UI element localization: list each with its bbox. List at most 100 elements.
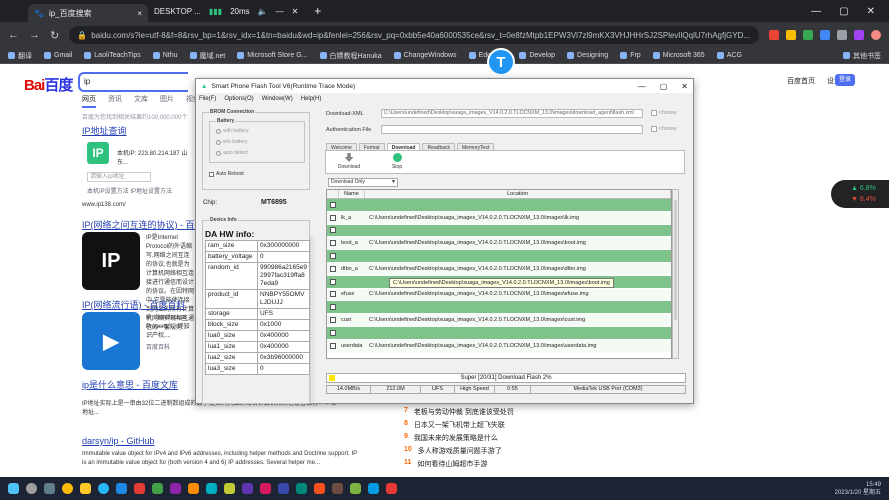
- partition-checkbox[interactable]: [327, 342, 339, 349]
- app-icon[interactable]: [206, 483, 217, 494]
- hot-list-item[interactable]: 8 日本又一架飞机带上超飞失联: [404, 420, 604, 430]
- header-name[interactable]: Name: [339, 190, 365, 198]
- maximize-icon[interactable]: ▢: [660, 82, 668, 91]
- tab-close-icon[interactable]: ×: [137, 9, 142, 18]
- partition-row[interactable]: dtbo_a C:\Users\undefined\Desktop\xuaga_i…: [327, 262, 671, 276]
- partition-location[interactable]: C:\Users\undefined\Desktop\xuaga_images_…: [365, 291, 671, 297]
- extension-icon[interactable]: [769, 30, 779, 40]
- tab-wenku[interactable]: 文库: [134, 94, 148, 108]
- app-icon[interactable]: [170, 483, 181, 494]
- header-check[interactable]: [327, 190, 339, 198]
- partition-row[interactable]: [327, 301, 671, 315]
- app-icon[interactable]: [260, 483, 271, 494]
- radio-without-battery[interactable]: w/o battery: [216, 139, 247, 145]
- partition-location[interactable]: C:\Users\undefined\Desktop\xuaga_images_…: [365, 317, 671, 323]
- url-input[interactable]: 🔒 baidu.com/s?ie=utf-8&f=8&rsv_bp=1&rsv_…: [69, 26, 759, 44]
- partition-row[interactable]: lk_a C:\Users\undefined\Desktop\xuaga_ima…: [327, 211, 671, 225]
- partition-checkbox[interactable]: [327, 278, 339, 285]
- baike-source[interactable]: 百度百科: [146, 342, 170, 351]
- partition-checkbox[interactable]: [327, 265, 339, 272]
- ip-video-thumbnail[interactable]: ▶: [82, 312, 140, 370]
- bookmark-item[interactable]: 魔域.net: [189, 51, 225, 61]
- partition-row[interactable]: userdata C:\Users\undefined\Desktop\xuaga…: [327, 339, 671, 353]
- partition-row[interactable]: [327, 199, 671, 212]
- app-icon[interactable]: [314, 483, 325, 494]
- partition-row[interactable]: [327, 250, 671, 263]
- ip-help-links[interactable]: 本机IP设置方法 IP地址设置方法: [87, 186, 172, 195]
- ip-thumbnail[interactable]: IP: [82, 232, 140, 290]
- header-location[interactable]: Location: [365, 190, 671, 198]
- partition-row[interactable]: cust C:\Users\undefined\Desktop\xuaga_ima…: [327, 314, 671, 327]
- partition-checkbox[interactable]: [327, 304, 339, 311]
- result-title[interactable]: IP(网络流行语) - 百度百科: [82, 298, 186, 311]
- download-xml-input[interactable]: C:\Users\undefined\Desktop\xuaga_images_…: [381, 109, 643, 118]
- login-button[interactable]: 登录: [835, 74, 855, 86]
- menu-options[interactable]: Options(O): [224, 96, 253, 102]
- bookmark-item[interactable]: Frp: [620, 52, 641, 59]
- partition-checkbox[interactable]: [327, 317, 339, 324]
- speaker-icon[interactable]: 🔈: [258, 7, 268, 16]
- partition-checkbox[interactable]: [327, 253, 339, 260]
- bookmark-item[interactable]: Microsoft 365: [652, 52, 705, 59]
- radio-with-battery[interactable]: with battery: [216, 128, 249, 134]
- hot-list-item[interactable]: 9 我国未来的发展策略是什么: [404, 433, 604, 443]
- tab-web[interactable]: 网页: [82, 94, 96, 108]
- partition-location[interactable]: C:\Users\undefined\Desktop\xuaga_images_…: [365, 240, 671, 246]
- tab-images[interactable]: 图片: [160, 94, 174, 108]
- app-icon[interactable]: [278, 483, 289, 494]
- extension-icon[interactable]: [803, 30, 813, 40]
- auth-file-input[interactable]: [381, 125, 643, 134]
- explorer-icon[interactable]: [80, 483, 91, 494]
- partition-checkbox[interactable]: [327, 240, 339, 247]
- close-remote-icon[interactable]: ✕: [292, 7, 299, 16]
- app-icon[interactable]: [188, 483, 199, 494]
- bookmark-item[interactable]: Gmail: [44, 52, 72, 59]
- app-icon[interactable]: [242, 483, 253, 494]
- partition-scrollbar[interactable]: [672, 189, 679, 359]
- choose-auth-button[interactable]: choose: [651, 126, 677, 132]
- extension-icon[interactable]: [837, 30, 847, 40]
- bookmark-item[interactable]: LaoliTeachTips: [84, 52, 141, 59]
- bookmark-item[interactable]: ChangeWindows: [393, 52, 457, 59]
- bookmark-item[interactable]: Microsoft Store G...: [237, 52, 308, 59]
- extension-icon[interactable]: [820, 30, 830, 40]
- menu-window[interactable]: Window(W): [262, 96, 293, 102]
- partition-location[interactable]: C:\Users\undefined\Desktop\xuaga_images_…: [365, 343, 671, 349]
- browser-tab[interactable]: 🐾 ip_百度搜索 ×: [28, 4, 148, 22]
- app-icon[interactable]: [368, 483, 379, 494]
- menu-file[interactable]: File(F): [199, 96, 216, 102]
- app-icon[interactable]: [134, 483, 145, 494]
- result-title[interactable]: ip是什么意思 - 百度文库: [82, 378, 178, 391]
- hot-list-item[interactable]: 11 如何看待山姆超市手游: [404, 459, 604, 469]
- partition-checkbox[interactable]: [327, 227, 339, 234]
- result-title[interactable]: IP地址查询: [82, 124, 127, 137]
- baidu-logo[interactable]: Bai百度: [24, 74, 73, 95]
- extension-icon[interactable]: [854, 30, 864, 40]
- app-icon[interactable]: [332, 483, 343, 494]
- system-tray[interactable]: 15:49 2023/1/20 星期五: [835, 481, 881, 497]
- window-minimize-icon[interactable]: —: [811, 6, 821, 17]
- stop-button[interactable]: Stop: [384, 153, 410, 170]
- minimize-icon[interactable]: —: [638, 82, 646, 91]
- auto-reboot-checkbox[interactable]: Auto Reboot: [209, 171, 244, 177]
- app-icon[interactable]: [350, 483, 361, 494]
- minimize-remote-icon[interactable]: —: [276, 7, 284, 16]
- bookmark-item[interactable]: 白嫖教程Hanuka: [319, 51, 382, 61]
- close-icon[interactable]: ✕: [681, 82, 688, 91]
- bookmark-item[interactable]: 翻译: [8, 51, 32, 61]
- partition-row[interactable]: boot_a C:\Users\undefined\Desktop\xuaga_i…: [327, 237, 671, 251]
- ip-link-url[interactable]: www.ip138.com/: [82, 202, 126, 208]
- partition-row[interactable]: efuse C:\Users\undefined\Desktop\xuaga_im…: [327, 288, 671, 302]
- taskview-icon[interactable]: [44, 483, 55, 494]
- result-title[interactable]: darsyn/ip - GitHub: [82, 436, 155, 446]
- recorder-float-icon[interactable]: T: [487, 48, 515, 76]
- partition-location[interactable]: C:\Users\undefined\Desktop\xuaga_images_…: [365, 266, 671, 272]
- homepage-link[interactable]: 百度首页: [787, 76, 815, 86]
- back-icon[interactable]: ←: [8, 29, 19, 41]
- menu-help[interactable]: Help(H): [301, 96, 322, 102]
- new-tab-button[interactable]: +: [314, 4, 321, 18]
- app-icon[interactable]: [152, 483, 163, 494]
- tab-news[interactable]: 资讯: [108, 94, 122, 108]
- app-icon[interactable]: [296, 483, 307, 494]
- start-icon[interactable]: [8, 483, 19, 494]
